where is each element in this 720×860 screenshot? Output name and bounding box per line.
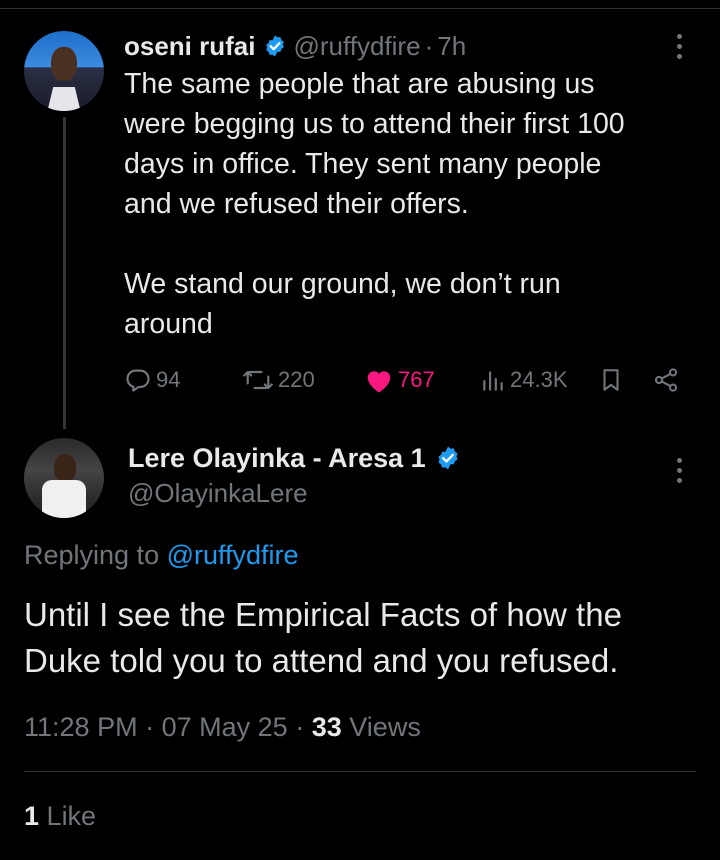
like-button[interactable]: 767 — [364, 360, 435, 400]
parent-author-name[interactable]: oseni rufai — [124, 31, 255, 62]
bookmark-button[interactable] — [598, 360, 628, 400]
repost-count: 220 — [278, 367, 315, 392]
parent-tweet-text: The same people that are abusing us were… — [124, 64, 694, 344]
reply-more-options-icon[interactable] — [675, 456, 683, 486]
parent-action-bar: 94 220 767 24.3K — [124, 360, 684, 400]
verified-badge-icon — [266, 35, 285, 57]
like-count: 767 — [398, 367, 435, 392]
bookmark-icon — [603, 369, 619, 391]
replying-to-line: Replying to @ruffydfire — [24, 540, 299, 571]
reply-views-count: 33 — [311, 712, 342, 742]
share-icon — [654, 368, 678, 392]
parent-more-options-icon[interactable] — [675, 32, 683, 62]
tweet-line: Until I see the Empirical Facts of how t… — [24, 596, 622, 633]
parent-timestamp[interactable]: 7h — [437, 31, 466, 62]
reply-author-name[interactable]: Lere Olayinka - Aresa 1 — [128, 443, 426, 474]
views-icon — [483, 371, 503, 391]
reply-icon — [126, 369, 150, 392]
reply-views-label: Views — [349, 712, 421, 742]
top-divider — [0, 8, 720, 9]
thread-connector — [63, 117, 66, 429]
replying-prefix: Replying to — [24, 540, 160, 570]
reply-like-label: Like — [46, 801, 97, 831]
separator-dot: · — [295, 712, 305, 742]
reply-author-handle[interactable]: @OlayinkaLere — [128, 478, 308, 509]
avatar-head — [54, 454, 76, 482]
tweet-line: and we refused their offers. — [124, 188, 469, 220]
replying-to-mention[interactable]: @ruffydfire — [167, 540, 299, 570]
verified-badge-icon — [438, 446, 458, 470]
parent-header: oseni rufai @ruffydfire · 7h — [124, 30, 466, 62]
tweet-line: days in office. They sent many people — [124, 148, 602, 180]
reply-author-row: Lere Olayinka - Aresa 1 — [128, 440, 467, 476]
views-button[interactable]: 24.3K — [480, 360, 568, 400]
tweet-line: were begging us to attend their first 10… — [124, 108, 625, 140]
share-button[interactable] — [652, 360, 684, 400]
tweet-line: Duke told you to attend and you refused. — [24, 642, 619, 679]
reply-likes[interactable]: 1 Like — [24, 801, 96, 832]
avatar-head — [51, 47, 77, 81]
views-count: 24.3K — [510, 367, 568, 392]
reply-avatar[interactable] — [24, 438, 104, 518]
reply-metadata: 11:28 PM · 07 May 25 · 33 Views — [24, 712, 421, 743]
reply-time[interactable]: 11:28 PM — [24, 712, 138, 742]
repost-button[interactable]: 220 — [242, 360, 315, 400]
tweet-line: The same people that are abusing us — [124, 68, 595, 100]
tweet-line: We stand our ground, we don’t run — [124, 268, 561, 300]
avatar-shirt — [46, 87, 82, 111]
reply-like-count: 1 — [24, 801, 40, 831]
reply-count: 94 — [156, 367, 181, 392]
divider — [24, 771, 696, 772]
separator-dot: · — [424, 30, 434, 61]
parent-avatar[interactable] — [24, 31, 104, 111]
repost-icon — [243, 370, 273, 390]
reply-date[interactable]: 07 May 25 — [162, 712, 288, 742]
separator-dot: · — [145, 712, 155, 742]
reply-tweet-text: Until I see the Empirical Facts of how t… — [24, 592, 704, 684]
tweet-line: around — [124, 308, 213, 340]
parent-author-handle[interactable]: @ruffydfire — [293, 31, 420, 62]
reply-button[interactable]: 94 — [124, 360, 180, 400]
like-icon — [367, 371, 391, 393]
avatar-shirt — [42, 480, 86, 518]
